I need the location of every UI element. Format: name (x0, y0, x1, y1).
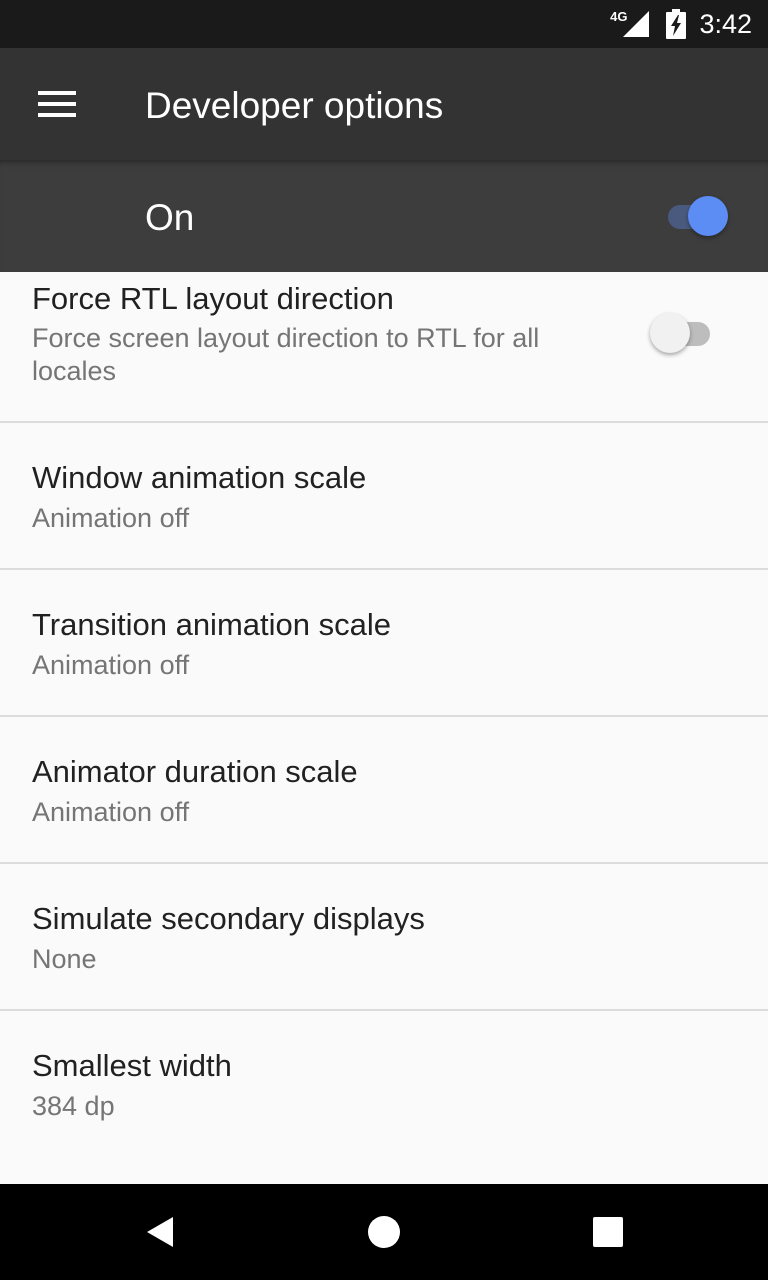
setting-summary: Animation off (32, 503, 190, 533)
setting-title: Transition animation scale (32, 607, 391, 642)
setting-title: Smallest width (32, 1048, 232, 1083)
battery-icon (666, 9, 687, 39)
status-icons: 4G 3:42 (610, 0, 752, 48)
setting-summary: Animation off (32, 797, 190, 827)
setting-summary: 384 dp (32, 1091, 115, 1121)
settings-list[interactable]: Force RTL layout direction Force screen … (0, 272, 768, 1184)
setting-title: Window animation scale (32, 460, 367, 495)
home-icon (368, 1216, 400, 1248)
master-switch-bar[interactable]: On (0, 160, 768, 272)
menu-icon (38, 91, 76, 117)
setting-title: Animator duration scale (32, 754, 358, 789)
setting-simulate-secondary-displays[interactable]: Simulate secondary displays None (0, 864, 768, 1011)
master-switch-label: On (145, 197, 195, 238)
switch-thumb (650, 313, 690, 353)
setting-summary: Force screen layout direction to RTL for… (32, 323, 540, 386)
clock: 3:42 (699, 8, 752, 39)
setting-animator-duration-scale[interactable]: Animator duration scale Animation off (0, 717, 768, 864)
back-button[interactable] (128, 1200, 192, 1264)
setting-force-rtl[interactable]: Force RTL layout direction Force screen … (0, 272, 768, 423)
setting-summary: None (32, 944, 97, 974)
setting-title: Force RTL layout direction (32, 281, 394, 316)
page-title: Developer options (145, 85, 444, 126)
back-icon (147, 1217, 173, 1247)
setting-window-animation-scale[interactable]: Window animation scale Animation off (0, 423, 768, 570)
app-toolbar: Developer options (0, 48, 768, 160)
setting-title: Simulate secondary displays (32, 901, 425, 936)
home-button[interactable] (352, 1200, 416, 1264)
setting-smallest-width[interactable]: Smallest width 384 dp (0, 1011, 768, 1184)
menu-button[interactable] (24, 80, 88, 128)
master-toggle-switch[interactable] (664, 195, 732, 237)
switch-thumb (688, 196, 728, 236)
navigation-bar (0, 1184, 768, 1280)
recents-icon (593, 1217, 623, 1247)
network-type: 4G (610, 8, 628, 24)
setting-summary: Animation off (32, 650, 190, 680)
recents-button[interactable] (576, 1200, 640, 1264)
setting-transition-animation-scale[interactable]: Transition animation scale Animation off (0, 570, 768, 717)
force-rtl-toggle-switch[interactable] (650, 312, 718, 354)
status-bar: 4G 3:42 (0, 0, 768, 48)
